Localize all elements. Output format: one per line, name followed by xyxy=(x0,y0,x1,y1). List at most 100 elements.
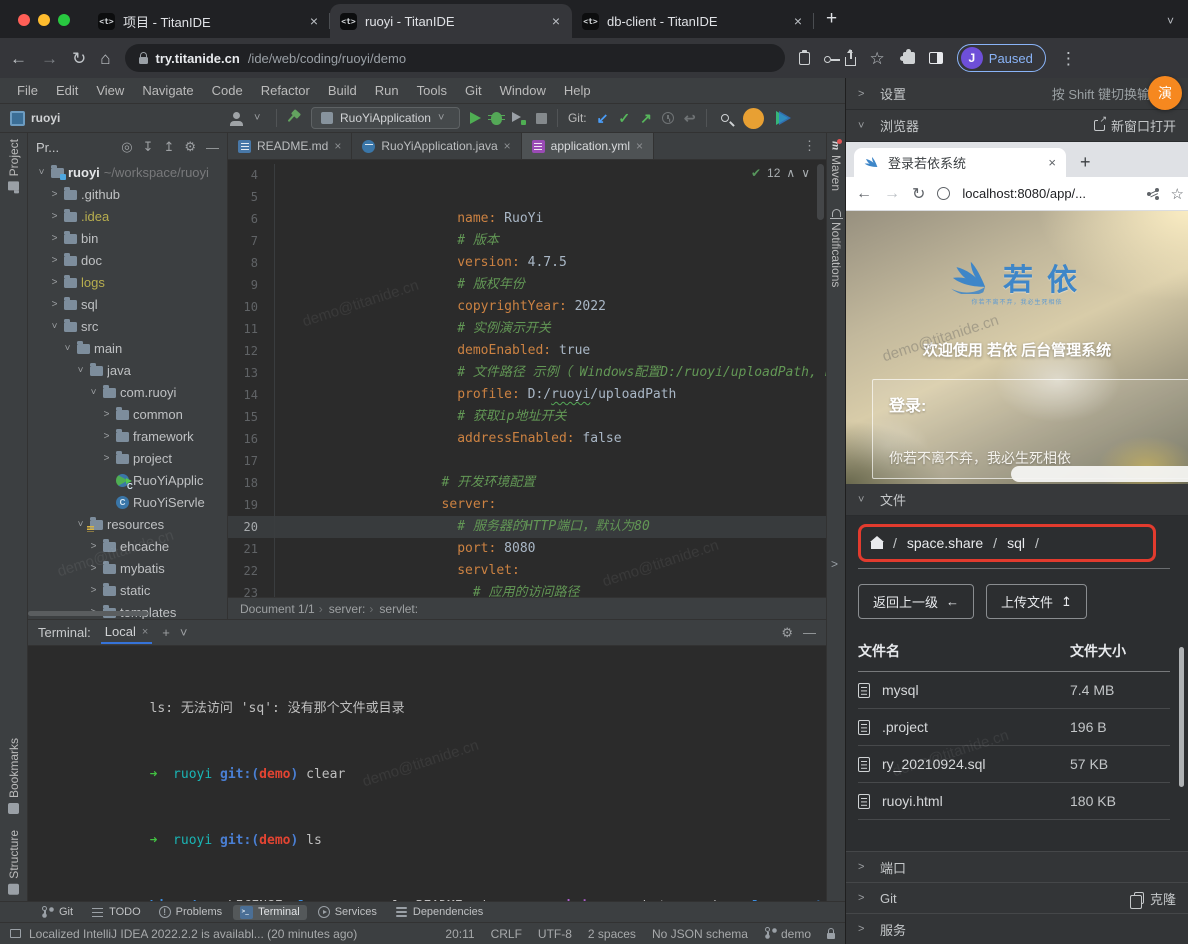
tab-search-chevron-icon[interactable]: ˅ xyxy=(1167,14,1174,28)
tree-item[interactable]: ˅ java xyxy=(28,359,227,381)
file-list-scrollbar[interactable] xyxy=(1179,647,1184,787)
tree-item[interactable]: > common xyxy=(28,403,227,425)
breadcrumb-item[interactable]: Document 1/1 xyxy=(240,602,315,616)
tool-window-button[interactable]: TODO xyxy=(84,905,148,920)
menu-item[interactable]: Git xyxy=(456,83,491,98)
next-problem-icon[interactable]: ∨ xyxy=(801,166,810,180)
build-hammer-icon[interactable] xyxy=(287,111,301,125)
preview-forward-button[interactable]: → xyxy=(884,185,900,203)
bookmark-star-icon[interactable]: ☆ xyxy=(870,50,885,67)
structure-stripe-tab[interactable]: Structure xyxy=(7,830,21,895)
tree-chevron-icon[interactable]: > xyxy=(49,277,60,288)
status-item[interactable]: 20:11 xyxy=(445,927,474,941)
tree-horizontal-scrollbar[interactable] xyxy=(28,611,148,616)
user-icon[interactable] xyxy=(230,112,244,125)
tree-chevron-icon[interactable]: > xyxy=(88,563,99,574)
extensions-puzzle-icon[interactable] xyxy=(903,52,915,64)
tree-chevron-icon[interactable]: > xyxy=(101,431,112,442)
project-stripe-tab[interactable]: Project xyxy=(7,139,21,190)
editor-tab[interactable]: RuoYiApplication.java × xyxy=(352,133,521,159)
tree-item[interactable]: > logs xyxy=(28,271,227,293)
terminal-tab-local[interactable]: Local × xyxy=(101,621,153,644)
tree-item[interactable]: > static xyxy=(28,579,227,601)
tree-chevron-icon[interactable]: ˅ xyxy=(49,321,60,332)
ports-section-header[interactable]: > 端口 xyxy=(846,851,1188,882)
close-window-button[interactable] xyxy=(18,14,30,26)
editor-tab[interactable]: README.md × xyxy=(228,133,352,159)
tree-chevron-icon[interactable]: > xyxy=(101,409,112,420)
tab-close-icon[interactable]: × xyxy=(792,13,804,29)
breadcrumb-item[interactable]: server: xyxy=(319,602,366,616)
tree-item[interactable]: > .idea xyxy=(28,205,227,227)
menu-item[interactable]: Refactor xyxy=(252,83,319,98)
preview-new-tab-button[interactable]: + xyxy=(1080,152,1091,173)
tree-chevron-icon[interactable]: > xyxy=(49,255,60,266)
settings-section-header[interactable]: > 设置 按 Shift 键切换输入法 演 xyxy=(846,78,1188,110)
password-key-icon[interactable] xyxy=(824,56,831,63)
status-item[interactable]: 2 spaces xyxy=(588,927,636,941)
tree-chevron-icon[interactable]: > xyxy=(49,299,60,310)
menu-item[interactable]: Window xyxy=(491,83,555,98)
git-commit-icon[interactable]: ✓ xyxy=(618,110,630,127)
side-panel-icon[interactable] xyxy=(929,52,943,64)
project-chip[interactable]: ruoyi xyxy=(10,111,220,126)
git-section-header[interactable]: > Git 克隆 xyxy=(846,882,1188,913)
status-item[interactable]: CRLF xyxy=(491,927,522,941)
preview-bookmark-star-icon[interactable]: ☆ xyxy=(1171,185,1184,203)
editor-tab-close-icon[interactable]: × xyxy=(636,139,643,153)
debug-button[interactable] xyxy=(491,112,502,125)
git-branch-widget[interactable]: demo xyxy=(764,927,811,941)
editor-tab-close-icon[interactable]: × xyxy=(504,139,511,153)
preview-tab-close-icon[interactable]: × xyxy=(1048,155,1056,170)
menu-item[interactable]: File xyxy=(8,83,47,98)
tree-item[interactable]: > ehcache xyxy=(28,535,227,557)
tree-item[interactable]: > framework xyxy=(28,425,227,447)
tree-chevron-icon[interactable]: ˅ xyxy=(75,365,86,376)
address-bar[interactable]: try.titanide.cn/ide/web/coding/ruoyi/dem… xyxy=(125,44,785,72)
clipboard-icon[interactable] xyxy=(799,52,810,65)
tree-item[interactable]: ˅ com.ruoyi xyxy=(28,381,227,403)
tree-chevron-icon[interactable]: ˅ xyxy=(36,167,47,178)
upload-file-button[interactable]: 上传文件 ↥ xyxy=(986,584,1087,619)
tree-chevron-icon[interactable]: ˅ xyxy=(88,387,99,398)
clone-button[interactable]: 克隆 xyxy=(1130,889,1176,908)
browser-section-header[interactable]: ˅ 浏览器 新窗口打开 xyxy=(846,110,1188,142)
editor-tab-close-icon[interactable]: × xyxy=(334,139,341,153)
tool-window-button[interactable]: Dependencies xyxy=(388,905,490,920)
preview-tab[interactable]: 登录若依系统 × xyxy=(854,148,1066,177)
panel-settings-gear-icon[interactable]: ⚙ xyxy=(184,139,196,155)
tree-item[interactable]: ˅ resources xyxy=(28,513,227,535)
menu-item[interactable]: Edit xyxy=(47,83,87,98)
run-button[interactable] xyxy=(470,112,481,124)
tree-chevron-icon[interactable]: > xyxy=(88,541,99,552)
tree-item[interactable]: ˅ ruoyi ~/workspace/ruoyi xyxy=(28,161,227,183)
bookmarks-stripe-tab[interactable]: Bookmarks xyxy=(7,738,21,814)
preview-back-button[interactable]: ← xyxy=(856,185,872,203)
menu-item[interactable]: Run xyxy=(366,83,408,98)
browser-menu-kebab-icon[interactable]: ⋮ xyxy=(1060,50,1077,67)
minimize-window-button[interactable] xyxy=(38,14,50,26)
home-crumb-icon[interactable] xyxy=(871,542,883,549)
stop-button[interactable] xyxy=(536,113,547,124)
git-pull-icon[interactable]: ↙ xyxy=(597,110,609,127)
browser-tab[interactable]: <t> 项目 - TitanIDE × xyxy=(88,4,330,38)
notifications-stripe-tab[interactable]: Notifications xyxy=(829,209,843,287)
editor-scrollbar[interactable] xyxy=(817,164,824,220)
back-button[interactable]: ← xyxy=(10,50,27,67)
browser-tab[interactable]: <t> ruoyi - TitanIDE × xyxy=(330,4,572,38)
tree-item[interactable]: > bin xyxy=(28,227,227,249)
tab-close-icon[interactable]: × xyxy=(308,13,320,29)
menu-item[interactable]: Navigate xyxy=(133,83,202,98)
site-info-icon[interactable] xyxy=(937,187,950,200)
files-section-header[interactable]: ˅ 文件 xyxy=(846,484,1188,516)
file-breadcrumb-highlighted[interactable]: / space.share / sql / xyxy=(858,524,1156,562)
run-configuration-select[interactable]: RuoYiApplication ˅ xyxy=(311,107,460,129)
terminal-output[interactable]: ls: 无法访问 'sq': 没有那个文件或目录 ➜ ruoyi git:(de… xyxy=(28,646,826,901)
preview-reload-button[interactable]: ↻ xyxy=(912,184,925,204)
preview-share-icon[interactable] xyxy=(1147,188,1159,200)
file-row[interactable]: ry_20210924.sql 57 KB xyxy=(858,746,1170,783)
locate-file-icon[interactable]: ◎ xyxy=(121,139,132,155)
status-message[interactable]: Localized IntelliJ IDEA 2022.2.2 is avai… xyxy=(29,927,357,941)
terminal-hide-icon[interactable]: — xyxy=(803,625,816,640)
tree-item[interactable]: RuoYiServle xyxy=(28,491,227,513)
